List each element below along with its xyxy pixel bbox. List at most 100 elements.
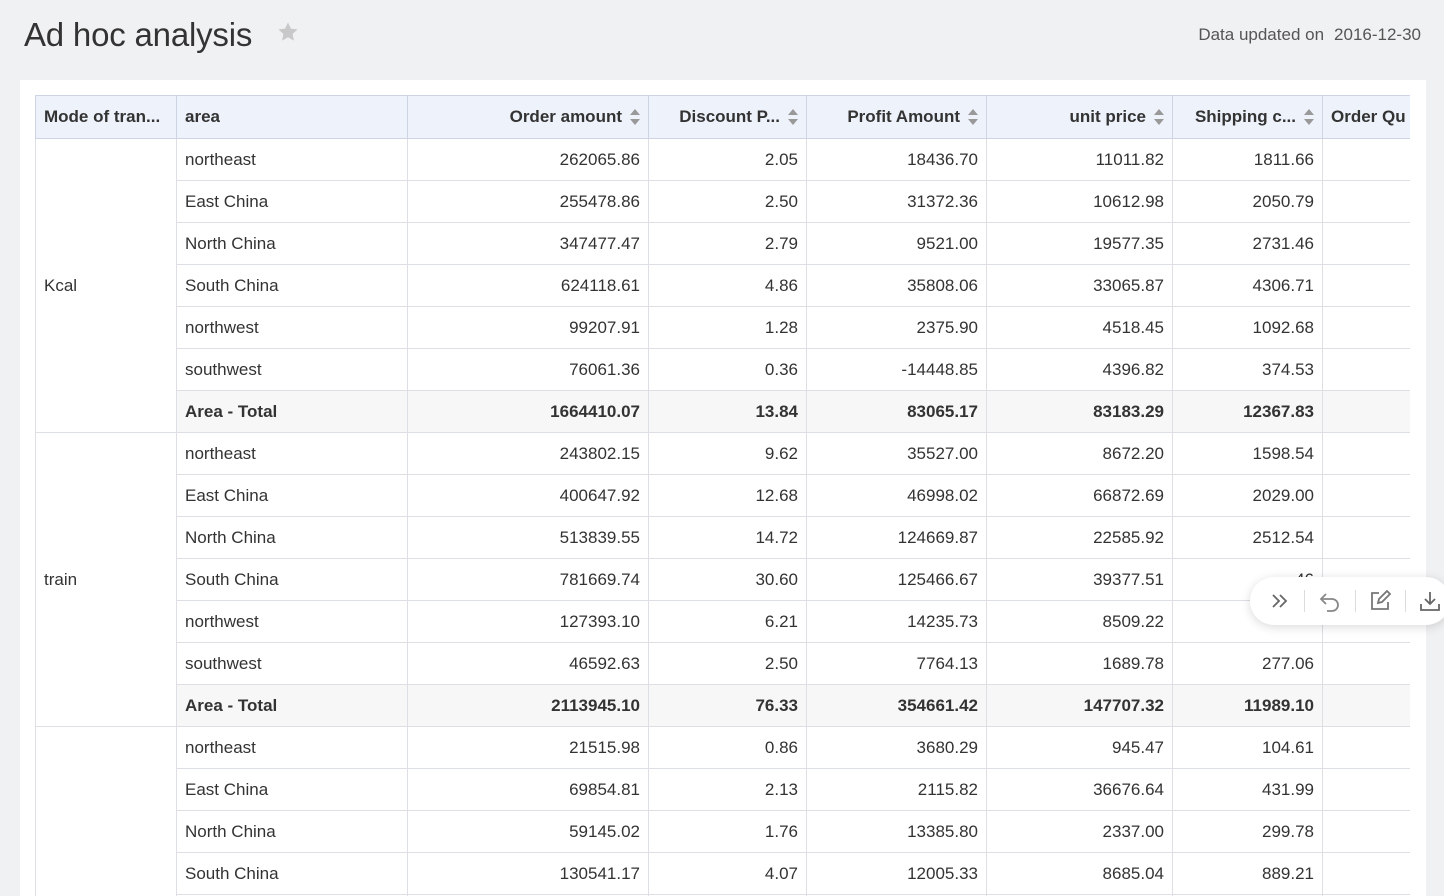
- value-cell: 12005.33: [806, 852, 987, 895]
- sort-icon[interactable]: [1304, 109, 1314, 125]
- value-cell: 347477.47: [407, 222, 649, 265]
- order-quantity-cell: [1322, 642, 1410, 685]
- value-cell: 11989.10: [1172, 684, 1323, 727]
- value-cell: 1811.66: [1172, 138, 1323, 181]
- value-cell: 3680.29: [806, 726, 987, 769]
- value-cell: 59145.02: [407, 810, 649, 853]
- column-header: Order Qu: [1322, 95, 1410, 139]
- value-cell: 513839.55: [407, 516, 649, 559]
- area-cell: North China: [176, 222, 408, 265]
- value-cell: 2.05: [648, 138, 807, 181]
- download-icon[interactable]: [1411, 580, 1444, 622]
- floating-toolbar: [1250, 577, 1444, 625]
- value-cell: 99207.91: [407, 306, 649, 349]
- area-cell: South China: [176, 264, 408, 307]
- value-cell: 4.86: [648, 264, 807, 307]
- order-quantity-cell: [1322, 306, 1410, 349]
- order-quantity-cell: [1322, 390, 1410, 433]
- value-cell: 18436.70: [806, 138, 987, 181]
- value-cell: 46998.02: [806, 474, 987, 517]
- column-header-label: area: [185, 107, 220, 126]
- column-header[interactable]: Profit Amount: [806, 95, 987, 139]
- column-header-label: Shipping c...: [1194, 107, 1296, 126]
- favorite-star-icon[interactable]: [276, 20, 300, 44]
- sort-icon[interactable]: [1154, 109, 1164, 125]
- value-cell: 2.50: [648, 642, 807, 685]
- value-cell: 11011.82: [986, 138, 1173, 181]
- column-header-label: Order Qu: [1331, 107, 1406, 126]
- column-header[interactable]: Shipping c...: [1172, 95, 1323, 139]
- order-quantity-cell: [1322, 348, 1410, 391]
- area-cell: northeast: [176, 726, 408, 769]
- area-cell: northeast: [176, 138, 408, 181]
- expand-icon[interactable]: [1260, 580, 1299, 622]
- value-cell: 374.53: [1172, 348, 1323, 391]
- transport-mode-cell: air transport: [35, 726, 177, 896]
- value-cell: 8509.22: [986, 600, 1173, 643]
- sort-icon[interactable]: [630, 109, 640, 125]
- table-row: train northeast 243802.15 9.62 35527.00 8672.…: [35, 432, 1410, 727]
- column-header[interactable]: Discount P...: [648, 95, 807, 139]
- sort-icon[interactable]: [968, 109, 978, 125]
- table-panel: Mode of tran... area Order amount Discount …: [20, 80, 1426, 896]
- order-quantity-cell: [1322, 768, 1410, 811]
- area-cell: Area - Total: [176, 390, 408, 433]
- value-cell: 14235.73: [806, 600, 987, 643]
- value-cell: 14.72: [648, 516, 807, 559]
- value-cell: 2113945.10: [407, 684, 649, 727]
- toolbar-divider: [1354, 590, 1356, 612]
- value-cell: 624118.61: [407, 264, 649, 307]
- value-cell: 2512.54: [1172, 516, 1323, 559]
- order-quantity-cell: [1322, 810, 1410, 853]
- column-header[interactable]: unit price: [986, 95, 1173, 139]
- area-cell: South China: [176, 558, 408, 601]
- column-header: Mode of tran...: [35, 95, 177, 139]
- analysis-table: Mode of tran... area Order amount Discount …: [35, 95, 1410, 896]
- value-cell: 2115.82: [806, 768, 987, 811]
- value-cell: 46592.63: [407, 642, 649, 685]
- value-cell: 83065.17: [806, 390, 987, 433]
- value-cell: 124669.87: [806, 516, 987, 559]
- value-cell: 30.60: [648, 558, 807, 601]
- undo-icon[interactable]: [1310, 580, 1349, 622]
- order-quantity-cell: [1322, 180, 1410, 223]
- value-cell: 6.21: [648, 600, 807, 643]
- value-cell: 39377.51: [986, 558, 1173, 601]
- value-cell: 33065.87: [986, 264, 1173, 307]
- value-cell: 104.61: [1172, 726, 1323, 769]
- table-row: East China 400647.92 12.68 46998.02 66872.69…: [36, 474, 1410, 517]
- edit-icon[interactable]: [1360, 580, 1399, 622]
- table-row: air transportnortheast21515.980.863680.2…: [35, 726, 1410, 896]
- column-header: area: [176, 95, 408, 139]
- value-cell: 2337.00: [986, 810, 1173, 853]
- value-cell: 130541.17: [407, 852, 649, 895]
- value-cell: 10612.98: [986, 180, 1173, 223]
- value-cell: 31372.36: [806, 180, 987, 223]
- area-cell: northwest: [176, 306, 408, 349]
- value-cell: 21515.98: [407, 726, 649, 769]
- value-cell: 2050.79: [1172, 180, 1323, 223]
- value-cell: 400647.92: [407, 474, 649, 517]
- value-cell: 22585.92: [986, 516, 1173, 559]
- table-scroll-area[interactable]: Mode of tran... area Order amount Discount …: [35, 95, 1410, 896]
- value-cell: 431.99: [1172, 768, 1323, 811]
- column-header[interactable]: Order amount: [407, 95, 649, 139]
- sort-icon[interactable]: [788, 109, 798, 125]
- value-cell: 19577.35: [986, 222, 1173, 265]
- area-cell: East China: [176, 474, 408, 517]
- page-title: Ad hoc analysis: [24, 16, 253, 53]
- value-cell: 1598.54: [1172, 432, 1323, 475]
- area-cell: South China: [176, 852, 408, 895]
- area-cell: northwest: [176, 600, 408, 643]
- value-cell: 69854.81: [407, 768, 649, 811]
- table-row: South China 624118.61 4.86 35808.06 33065.87…: [36, 264, 1410, 307]
- table-row: southwest 76061.36 0.36 -14448.85 4396.82 374…: [36, 348, 1410, 391]
- area-cell: North China: [176, 516, 408, 559]
- table-row: northwest 127393.10 6.21 14235.73 8509.22: [36, 600, 1410, 643]
- transport-mode-cell: train: [35, 432, 177, 727]
- value-cell: 262065.86: [407, 138, 649, 181]
- table-row: East China 255478.86 2.50 31372.36 10612.98 2…: [36, 180, 1410, 223]
- order-quantity-cell: [1322, 726, 1410, 769]
- area-cell: East China: [176, 768, 408, 811]
- area-cell: Area - Total: [176, 684, 408, 727]
